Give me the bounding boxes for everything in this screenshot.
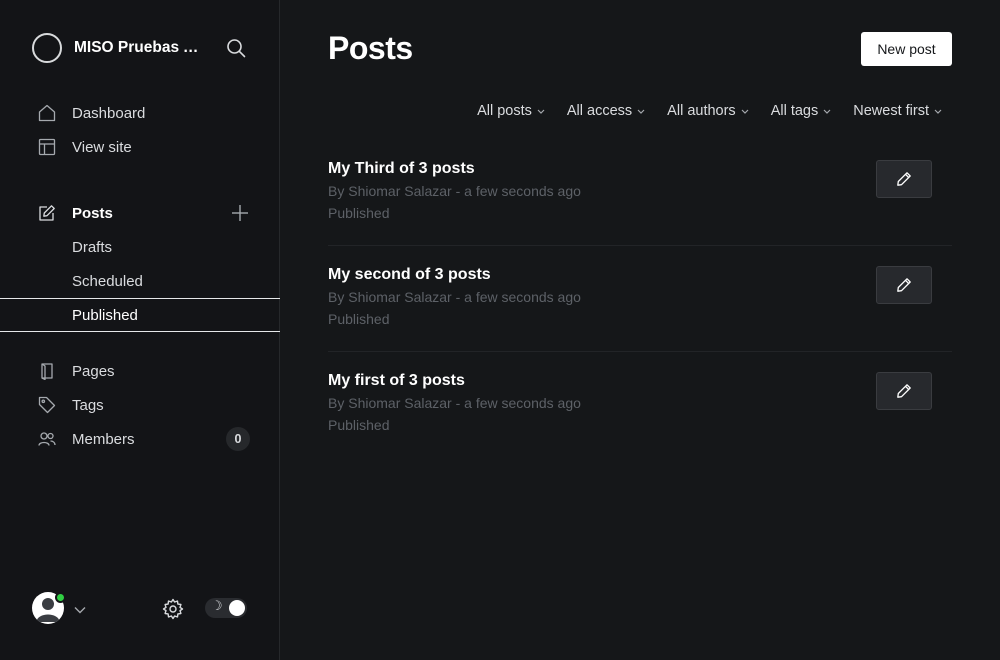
post-status: Published bbox=[328, 311, 390, 327]
post-list-item[interactable]: My Third of 3 posts By Shiomar Salazar -… bbox=[328, 140, 952, 246]
filter-label: All authors bbox=[667, 103, 736, 119]
pencil-icon bbox=[897, 384, 911, 398]
nav-item-label: Drafts bbox=[72, 238, 113, 256]
theme-toggle[interactable]: ☽ bbox=[205, 598, 247, 618]
nav-item-label: Published bbox=[72, 306, 138, 324]
members-count-badge: 0 bbox=[226, 427, 250, 451]
chevron-down-icon bbox=[823, 109, 831, 114]
edit-post-button[interactable] bbox=[876, 266, 932, 304]
nav-item-label: Scheduled bbox=[72, 272, 143, 290]
site-title[interactable]: MISO Pruebas Automatizadas bbox=[74, 39, 208, 57]
post-status: Published bbox=[328, 205, 390, 221]
chevron-down-icon bbox=[741, 109, 749, 114]
sidebar: MISO Pruebas Automatizadas Dashboard Vie… bbox=[0, 0, 280, 660]
nav-item-scheduled[interactable]: Scheduled bbox=[0, 264, 280, 298]
filter-type[interactable]: All posts bbox=[477, 101, 545, 121]
chevron-down-icon[interactable] bbox=[74, 601, 86, 619]
filter-tags[interactable]: All tags bbox=[771, 101, 832, 121]
online-status-dot bbox=[55, 592, 66, 603]
pencil-icon bbox=[897, 278, 911, 292]
filter-authors[interactable]: All authors bbox=[667, 101, 749, 121]
gear-icon[interactable] bbox=[162, 598, 184, 625]
members-icon bbox=[38, 430, 56, 448]
toggle-knob bbox=[229, 600, 245, 616]
home-icon bbox=[38, 104, 56, 122]
nav-posts: Posts Drafts Scheduled Published bbox=[0, 196, 280, 332]
nav-item-label: Tags bbox=[72, 396, 104, 414]
nav-item-label: Posts bbox=[72, 204, 113, 222]
site-header: MISO Pruebas Automatizadas bbox=[32, 32, 248, 64]
nav-item-tags[interactable]: Tags bbox=[0, 388, 280, 422]
main-content: Posts New post All posts All access All … bbox=[280, 0, 1000, 660]
nav-main: Dashboard View site bbox=[0, 96, 280, 164]
nav-item-label: Dashboard bbox=[72, 104, 146, 122]
nav-item-pages[interactable]: Pages bbox=[0, 354, 280, 388]
filter-bar: All posts All access All authors All tag… bbox=[455, 101, 942, 121]
chevron-down-icon bbox=[637, 109, 645, 114]
filter-order[interactable]: Newest first bbox=[853, 101, 942, 121]
nav-item-label: Pages bbox=[72, 362, 115, 380]
post-meta: By Shiomar Salazar - a few seconds ago bbox=[328, 395, 581, 411]
filter-label: All tags bbox=[770, 103, 819, 119]
post-title[interactable]: My Third of 3 posts bbox=[328, 160, 475, 178]
page-title: Posts bbox=[328, 30, 413, 66]
new-post-button[interactable]: New post bbox=[861, 32, 952, 66]
filter-label: All posts bbox=[477, 103, 532, 119]
post-list-item[interactable]: My second of 3 posts By Shiomar Salazar … bbox=[328, 246, 952, 352]
nav-item-dashboard[interactable]: Dashboard bbox=[0, 96, 280, 130]
nav-item-posts[interactable]: Posts bbox=[0, 196, 280, 230]
post-status: Published bbox=[328, 417, 390, 433]
layout-icon bbox=[38, 138, 56, 156]
edit-post-button[interactable] bbox=[876, 160, 932, 198]
nav-item-drafts[interactable]: Drafts bbox=[0, 230, 280, 264]
post-meta: By Shiomar Salazar - a few seconds ago bbox=[328, 289, 581, 305]
page-icon bbox=[38, 362, 56, 380]
post-title[interactable]: My first of 3 posts bbox=[328, 372, 465, 390]
filter-label: Newest first bbox=[853, 103, 929, 119]
site-logo[interactable] bbox=[32, 33, 62, 63]
plus-icon[interactable] bbox=[230, 203, 250, 223]
chevron-down-icon bbox=[934, 109, 942, 114]
nav-secondary: Pages Tags Members 0 bbox=[0, 354, 280, 456]
filter-access[interactable]: All access bbox=[567, 101, 645, 121]
filter-label: All access bbox=[566, 103, 633, 119]
post-list: My Third of 3 posts By Shiomar Salazar -… bbox=[328, 140, 952, 458]
edit-post-button[interactable] bbox=[876, 372, 932, 410]
nav-item-label: Members bbox=[72, 430, 135, 448]
search-icon[interactable] bbox=[224, 36, 248, 60]
pencil-icon bbox=[897, 172, 911, 186]
sidebar-footer: ☽ bbox=[32, 590, 248, 626]
post-title[interactable]: My second of 3 posts bbox=[328, 266, 491, 284]
moon-icon: ☽ bbox=[211, 599, 223, 614]
post-list-item[interactable]: My first of 3 posts By Shiomar Salazar -… bbox=[328, 352, 952, 458]
post-meta: By Shiomar Salazar - a few seconds ago bbox=[328, 183, 581, 199]
tag-icon bbox=[38, 396, 56, 414]
nav-item-view-site[interactable]: View site bbox=[0, 130, 280, 164]
edit-icon bbox=[38, 204, 56, 222]
nav-item-members[interactable]: Members 0 bbox=[0, 422, 280, 456]
nav-item-label: View site bbox=[72, 138, 132, 156]
nav-item-published[interactable]: Published bbox=[0, 298, 280, 332]
chevron-down-icon bbox=[537, 109, 545, 114]
